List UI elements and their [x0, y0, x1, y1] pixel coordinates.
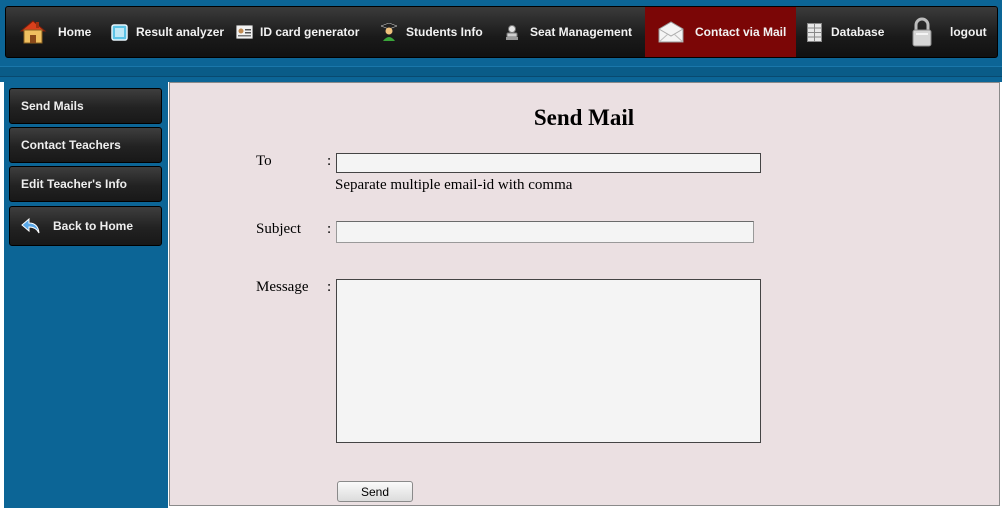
to-label: To: [256, 153, 272, 169]
id-card-icon: [235, 25, 253, 39]
sidebar-item-back-to-home[interactable]: Back to Home: [9, 206, 162, 246]
send-button[interactable]: Send: [337, 481, 413, 502]
nav-students-info[interactable]: Students Info: [373, 7, 495, 57]
nav-students-info-label: Students Info: [406, 25, 483, 39]
top-header: Home Result analyzer ID card generator S…: [0, 0, 1002, 82]
nav-contact-via-mail[interactable]: Contact via Mail: [645, 7, 796, 57]
nav-seat-management-label: Seat Management: [530, 25, 633, 39]
nav-contact-via-mail-label: Contact via Mail: [695, 25, 787, 39]
database-icon: [806, 22, 822, 42]
nav-logout-label: logout: [950, 25, 987, 39]
lock-icon: [910, 16, 934, 48]
to-colon: :: [327, 153, 332, 169]
message-label: Message: [256, 279, 309, 295]
message-field[interactable]: [336, 279, 761, 443]
subject-label: Subject: [256, 221, 301, 237]
mail-icon: [657, 20, 685, 44]
nav-result-analyzer[interactable]: Result analyzer: [97, 7, 230, 57]
sidebar: Send Mails Contact Teachers Edit Teacher…: [4, 82, 168, 508]
sidebar-item-label: Back to Home: [53, 219, 134, 233]
nav-home-label: Home: [58, 25, 92, 39]
to-field[interactable]: [336, 153, 761, 173]
to-hint-text: Separate multiple email-id with comma: [335, 177, 573, 193]
send-mail-panel: Send Mail To : Separate multiple email-i…: [169, 82, 1000, 506]
sidebar-item-contact-teachers[interactable]: Contact Teachers: [9, 127, 162, 163]
home-icon: [18, 18, 48, 46]
sidebar-item-label: Send Mails: [21, 99, 84, 113]
nav-home[interactable]: Home: [6, 7, 97, 57]
nav-logout[interactable]: logout: [900, 7, 995, 57]
seat-icon: [503, 24, 521, 41]
student-icon: [380, 23, 398, 41]
page-title: Send Mail: [533, 105, 635, 130]
main-navigation: Home Result analyzer ID card generator S…: [5, 6, 998, 58]
sidebar-item-label: Edit Teacher's Info: [21, 177, 127, 191]
header-stripe: [0, 66, 1002, 77]
nav-database[interactable]: Database: [796, 7, 900, 57]
subject-field[interactable]: [336, 221, 754, 243]
nav-seat-management[interactable]: Seat Management: [495, 7, 645, 57]
sidebar-item-edit-teachers-info[interactable]: Edit Teacher's Info: [9, 166, 162, 202]
back-arrow-icon: [21, 217, 41, 235]
nav-database-label: Database: [831, 25, 885, 39]
nav-result-analyzer-label: Result analyzer: [136, 25, 225, 39]
sidebar-item-label: Contact Teachers: [21, 138, 121, 152]
nav-id-card-generator-label: ID card generator: [260, 25, 360, 39]
nav-id-card-generator[interactable]: ID card generator: [230, 7, 373, 57]
result-analyzer-icon: [110, 23, 128, 41]
subject-colon: :: [327, 221, 332, 237]
message-colon: :: [327, 279, 332, 295]
sidebar-item-send-mails[interactable]: Send Mails: [9, 88, 162, 124]
